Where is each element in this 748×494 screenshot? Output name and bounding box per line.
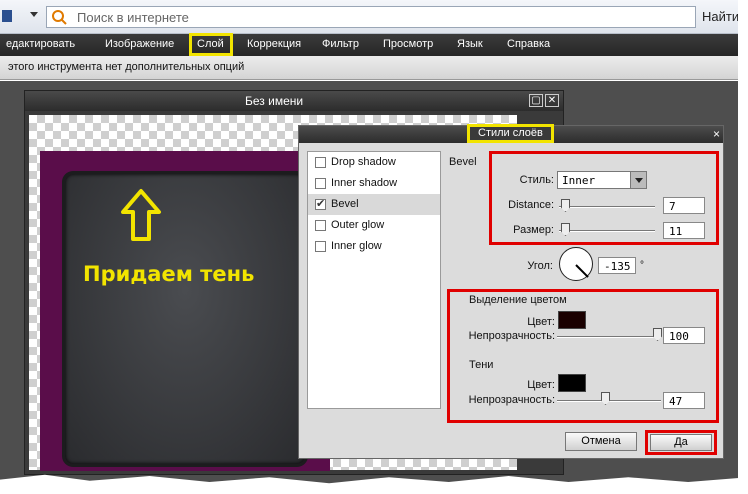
- shadow-section-title: Тени: [469, 359, 494, 371]
- app-icon: [2, 10, 12, 22]
- maximize-icon[interactable]: ▢: [529, 94, 543, 107]
- distance-label: Distance:: [508, 199, 554, 211]
- style-label: Стиль:: [519, 174, 554, 186]
- highlight-section-title: Выделение цветом: [469, 294, 567, 306]
- style-item-drop-shadow[interactable]: Drop shadow: [308, 152, 440, 173]
- menu-image[interactable]: Изображение: [105, 38, 174, 50]
- annotation-caption: Придаем тень: [83, 262, 255, 286]
- checkbox[interactable]: [315, 157, 326, 168]
- annotation-highlight-layer-menu: [189, 33, 233, 56]
- angle-input[interactable]: -135: [598, 257, 636, 274]
- dialog-title: Стили слоёв: [467, 124, 554, 143]
- menu-adjustments[interactable]: Коррекция: [247, 38, 301, 50]
- section-title-bevel: Bevel: [449, 156, 477, 168]
- image-window-titlebar[interactable]: Без имени ▢ ✕: [25, 91, 563, 111]
- image-window-title: Без имени: [245, 94, 304, 108]
- shadow-color-label: Цвет:: [527, 379, 555, 391]
- menu-language[interactable]: Язык: [457, 38, 483, 50]
- menu-view[interactable]: Просмотр: [383, 38, 433, 50]
- style-item-label: Bevel: [331, 198, 359, 210]
- arrow-up-icon: [121, 189, 161, 241]
- style-item-label: Inner shadow: [331, 177, 398, 189]
- checkbox-checked[interactable]: [315, 197, 326, 210]
- close-icon[interactable]: ×: [713, 127, 720, 141]
- tool-options-text: этого инструмента нет дополнительных опц…: [8, 61, 245, 73]
- shadow-opacity-input[interactable]: 47: [663, 392, 705, 409]
- menu-help[interactable]: Справка: [507, 38, 550, 50]
- shadow-color-swatch[interactable]: [558, 374, 586, 392]
- checkbox[interactable]: [315, 178, 326, 189]
- style-item-label: Outer glow: [331, 219, 385, 231]
- menu-bar: едактировать Изображение Слой Коррекция …: [0, 34, 748, 56]
- page-edge: [738, 0, 748, 494]
- browser-toolbar: Поиск в интернете Найти: [0, 0, 748, 34]
- find-button[interactable]: Найти: [702, 9, 739, 24]
- highlight-opacity-slider[interactable]: [557, 336, 661, 338]
- size-input[interactable]: 11: [663, 222, 705, 239]
- dialog-titlebar[interactable]: Стили слоёв ×: [299, 124, 723, 143]
- highlight-color-swatch[interactable]: [558, 311, 586, 329]
- chevron-down-icon[interactable]: [630, 172, 646, 188]
- checkbox[interactable]: [315, 241, 326, 252]
- tool-options-bar: этого инструмента нет дополнительных опц…: [0, 56, 748, 80]
- ok-button[interactable]: Да: [650, 434, 712, 451]
- search-input[interactable]: Поиск в интернете: [46, 6, 696, 28]
- distance-input[interactable]: 7: [663, 197, 705, 214]
- shadow-opacity-label: Непрозрачность:: [468, 394, 555, 406]
- menu-filter[interactable]: Фильтр: [322, 38, 359, 50]
- dark-panel-layer: [65, 174, 305, 464]
- size-label: Размер:: [513, 224, 554, 236]
- style-item-inner-shadow[interactable]: Inner shadow: [308, 173, 440, 194]
- style-item-inner-glow[interactable]: Inner glow: [308, 236, 440, 257]
- cancel-button[interactable]: Отмена: [565, 432, 637, 451]
- chevron-down-icon[interactable]: [30, 12, 38, 17]
- highlight-color-label: Цвет:: [527, 316, 555, 328]
- search-placeholder: Поиск в интернете: [77, 10, 189, 25]
- angle-unit: °: [640, 260, 644, 271]
- highlight-opacity-label: Непрозрачность:: [468, 330, 555, 342]
- search-icon: [52, 10, 67, 25]
- style-item-label: Drop shadow: [331, 156, 396, 168]
- size-slider[interactable]: [559, 230, 655, 232]
- style-item-outer-glow[interactable]: Outer glow: [308, 215, 440, 236]
- close-icon[interactable]: ✕: [545, 94, 559, 107]
- style-item-label: Inner glow: [331, 240, 382, 252]
- style-select-value: Inner: [562, 174, 596, 187]
- style-select[interactable]: Inner: [557, 171, 647, 189]
- distance-slider[interactable]: [559, 206, 655, 208]
- layer-styles-dialog: Стили слоёв × Drop shadow Inner shadow B…: [298, 124, 724, 459]
- style-list: Drop shadow Inner shadow Bevel Outer glo…: [307, 151, 441, 409]
- angle-needle: [575, 264, 589, 278]
- highlight-opacity-input[interactable]: 100: [663, 327, 705, 344]
- angle-label: Угол:: [527, 260, 553, 272]
- checkbox[interactable]: [315, 220, 326, 231]
- style-item-bevel[interactable]: Bevel: [308, 194, 440, 215]
- menu-edit[interactable]: едактировать: [6, 38, 75, 50]
- angle-dial[interactable]: [559, 247, 593, 281]
